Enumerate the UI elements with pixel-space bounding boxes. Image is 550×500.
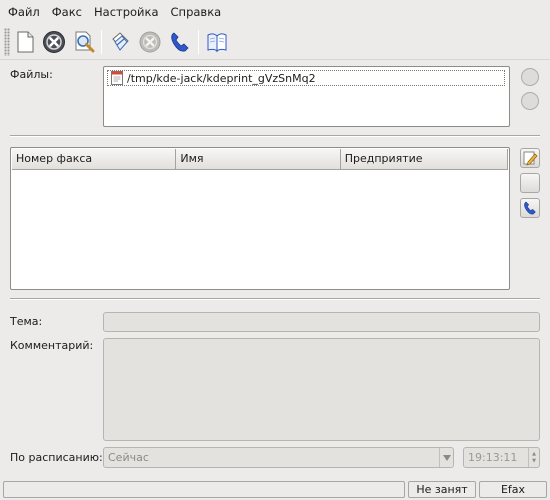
recipients-table[interactable]: Номер факса Имя Предприятие — [10, 147, 510, 290]
preview-zoom-icon — [75, 31, 95, 53]
address-book-icon — [207, 33, 227, 53]
schedule-selected-value: Сейчас — [108, 451, 149, 464]
attach-file-button[interactable] — [107, 29, 133, 55]
column-company[interactable]: Предприятие — [340, 149, 509, 170]
document-icon — [111, 71, 123, 85]
schedule-time-value: 19:13:11 — [468, 451, 518, 464]
menu-help[interactable]: Справка — [165, 0, 228, 24]
time-spin-arrows-icon[interactable]: ▲ ▼ — [528, 448, 539, 467]
remove-file-button[interactable] — [521, 92, 539, 110]
comment-textarea[interactable] — [103, 338, 540, 441]
address-book-button[interactable] — [204, 29, 230, 55]
menu-bar: Файл Факс Настройка Справка — [0, 0, 550, 24]
divider — [10, 135, 540, 137]
menu-fax[interactable]: Факс — [46, 0, 88, 24]
edit-recipient-button[interactable] — [520, 148, 540, 168]
file-path: /tmp/kde-jack/kdeprint_gVzSnMq2 — [127, 71, 316, 85]
pencil-icon — [523, 151, 538, 166]
toolbar-separator — [198, 30, 199, 54]
subject-label: Тема: — [10, 315, 43, 328]
toolbar-grip[interactable] — [4, 28, 10, 56]
new-document-icon — [17, 31, 34, 53]
menu-file[interactable]: Файл — [2, 0, 46, 24]
add-file-button[interactable] — [521, 68, 539, 86]
toolbar-separator — [101, 30, 102, 54]
menu-settings[interactable]: Настройка — [88, 0, 165, 24]
stop-button[interactable] — [41, 29, 67, 55]
stop-icon — [43, 31, 65, 53]
new-fax-button[interactable] — [12, 29, 38, 55]
column-fax-number[interactable]: Номер факса — [12, 149, 177, 170]
remove-button[interactable] — [137, 29, 163, 55]
status-state: Не занят — [408, 481, 476, 498]
chevron-down-icon — [439, 448, 453, 467]
files-list[interactable]: /tmp/kde-jack/kdeprint_gVzSnMq2 — [103, 66, 510, 127]
cancel-icon — [139, 31, 161, 53]
status-message — [3, 481, 405, 498]
file-list-item[interactable]: /tmp/kde-jack/kdeprint_gVzSnMq2 — [107, 70, 505, 86]
phone-icon — [524, 201, 536, 215]
attach-file-icon — [112, 32, 129, 51]
schedule-time-input[interactable]: 19:13:11 ▲ ▼ — [463, 447, 540, 468]
table-header: Номер факса Имя Предприятие — [12, 149, 509, 170]
schedule-select[interactable]: Сейчас — [103, 447, 454, 468]
remove-recipient-button[interactable] — [520, 173, 540, 193]
preview-button[interactable] — [71, 29, 97, 55]
schedule-label: По расписанию: — [10, 451, 103, 464]
subject-input[interactable] — [103, 312, 540, 332]
add-recipient-button[interactable] — [520, 198, 540, 218]
files-label: Файлы: — [10, 68, 53, 81]
status-system: Efax — [479, 481, 547, 498]
column-name[interactable]: Имя — [176, 149, 341, 170]
comment-label: Комментарий: — [10, 339, 94, 352]
phone-icon — [171, 32, 189, 52]
divider — [10, 298, 540, 300]
dial-button[interactable] — [167, 29, 193, 55]
